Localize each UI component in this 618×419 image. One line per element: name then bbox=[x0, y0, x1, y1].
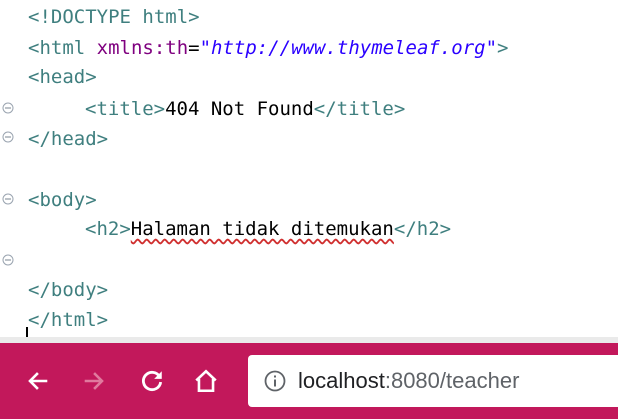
forward-button[interactable] bbox=[76, 363, 112, 399]
title-text: 404 Not Found bbox=[165, 98, 314, 120]
body-open-tag: <body> bbox=[28, 189, 97, 211]
xmlns-attribute-name: xmlns:th bbox=[96, 37, 189, 59]
attribute-equals: = bbox=[188, 37, 200, 59]
address-bar[interactable]: localhost:8080/teacher bbox=[248, 355, 618, 407]
code-line-body-close: </body> bbox=[0, 275, 108, 305]
arrow-left-icon bbox=[26, 369, 50, 393]
title-open-tag: <title> bbox=[85, 98, 166, 120]
html-close-tag: </html> bbox=[28, 309, 109, 331]
doctype-tag: <!DOCTYPE html> bbox=[28, 6, 200, 28]
home-icon bbox=[193, 368, 219, 394]
code-line-h2: <h2>Halaman tidak ditemukan</h2> bbox=[0, 214, 451, 244]
head-close-tag: </head> bbox=[28, 128, 109, 150]
home-button[interactable] bbox=[188, 363, 224, 399]
h2-open-tag: <h2> bbox=[85, 218, 131, 240]
head-open-tag: <head> bbox=[28, 66, 97, 88]
url-host: localhost bbox=[298, 368, 385, 393]
html-open-tag: <html bbox=[28, 37, 97, 59]
code-line-head-open: <head> bbox=[0, 62, 97, 143]
code-line-html-close: </html> bbox=[0, 305, 108, 335]
html-open-tag-close: > bbox=[497, 37, 509, 59]
code-line-html-open: <html xmlns:th="http://www.thymeleaf.org… bbox=[0, 33, 508, 114]
url-path: :8080/teacher bbox=[384, 368, 520, 393]
reload-button[interactable] bbox=[134, 363, 170, 399]
code-line-head-close: </head> bbox=[0, 124, 108, 205]
title-close-tag: </title> bbox=[313, 98, 406, 120]
xmlns-attribute-value: "http://www.thymeleaf.org" bbox=[199, 37, 498, 59]
code-line-doctype: <!DOCTYPE html> bbox=[0, 2, 200, 32]
browser-toolbar: localhost:8080/teacher bbox=[0, 343, 618, 419]
body-close-tag: </body> bbox=[28, 279, 109, 301]
code-line-body-open: <body> bbox=[0, 185, 97, 266]
code-line-title: <title>404 Not Found</title> bbox=[0, 94, 405, 124]
info-icon[interactable] bbox=[264, 370, 286, 392]
h2-text: Halaman tidak ditemukan bbox=[130, 218, 394, 240]
reload-icon bbox=[139, 368, 165, 394]
h2-close-tag: </h2> bbox=[393, 218, 452, 240]
code-editor[interactable]: <!DOCTYPE html> <html xmlns:th="http://w… bbox=[0, 0, 618, 343]
back-button[interactable] bbox=[20, 363, 56, 399]
arrow-right-icon bbox=[82, 369, 106, 393]
